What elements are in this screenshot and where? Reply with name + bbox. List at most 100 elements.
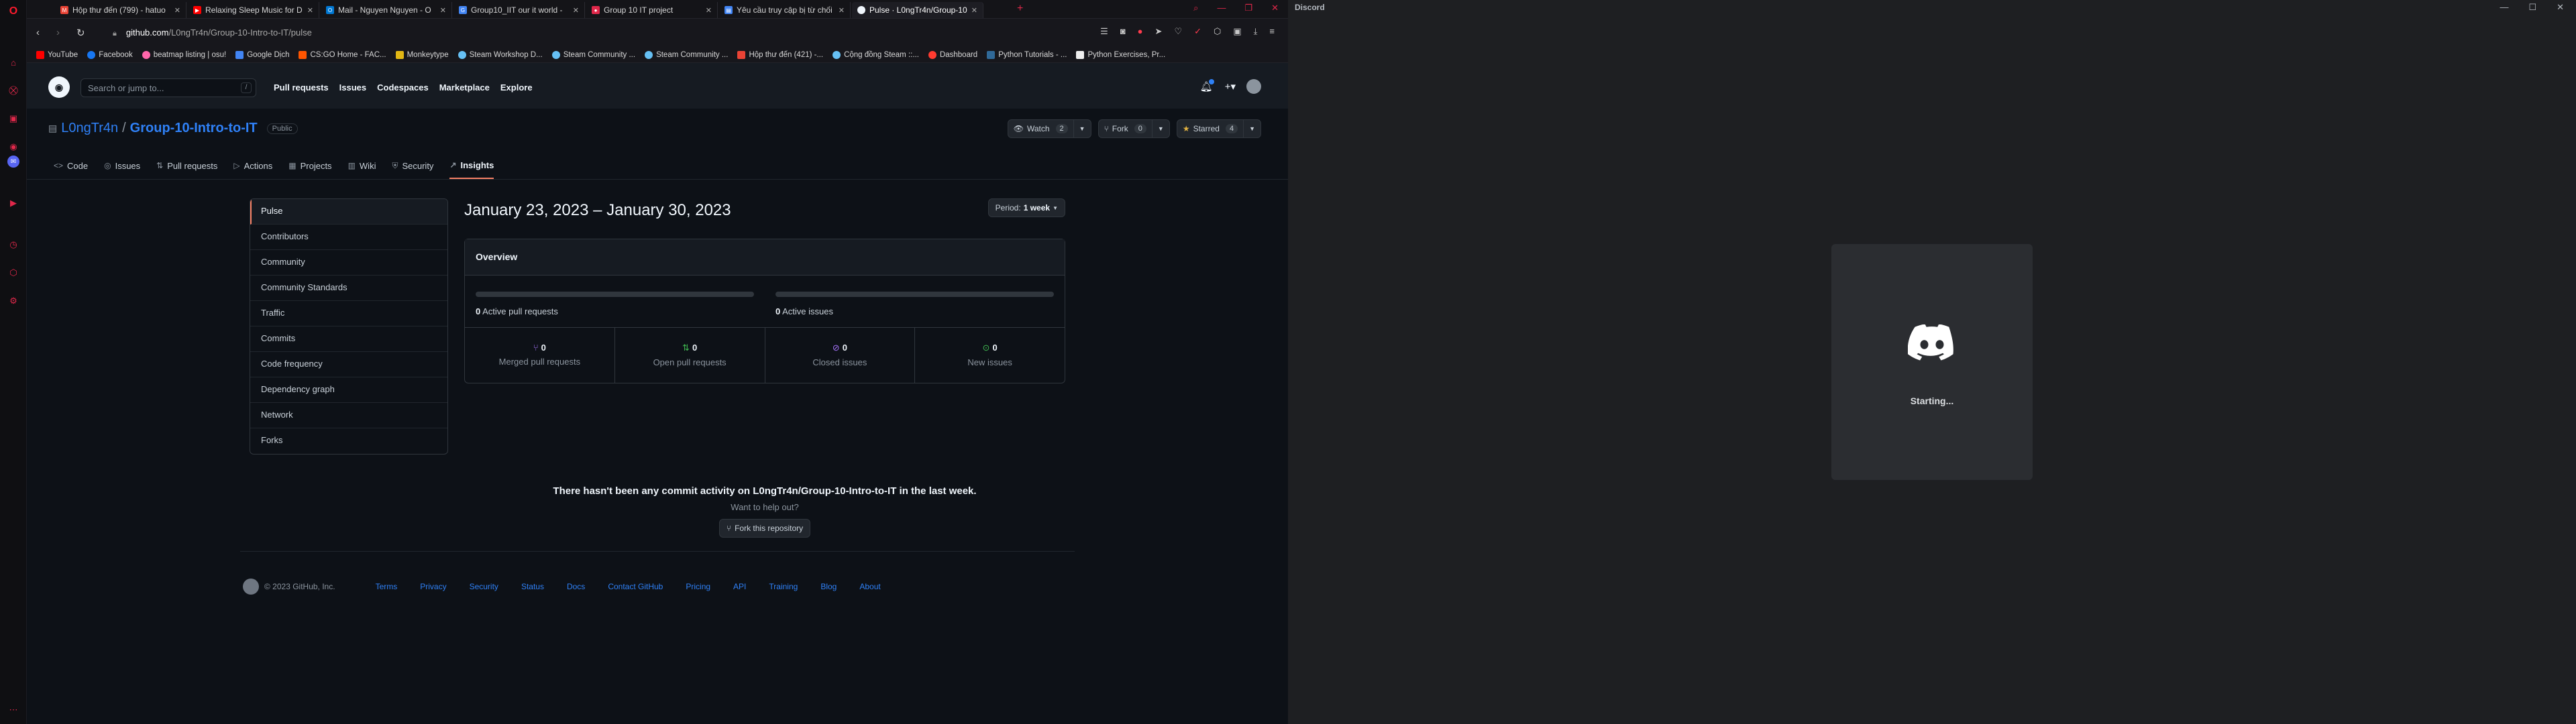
close-window-icon[interactable]: ✕: [1271, 3, 1279, 13]
minimize-icon[interactable]: —: [1217, 3, 1226, 13]
footer-link-status[interactable]: Status: [521, 582, 544, 591]
sidebar-item-traffic[interactable]: Traffic: [250, 301, 447, 326]
footer-link-contact[interactable]: Contact GitHub: [608, 582, 663, 591]
tab-projects[interactable]: ▦ Projects: [288, 152, 331, 179]
close-icon[interactable]: ✕: [440, 6, 446, 15]
browser-tab[interactable]: ▶ Relaxing Sleep Music for D ✕: [188, 2, 319, 18]
opera-logo-icon[interactable]: O: [7, 5, 19, 17]
easy-setup-icon[interactable]: ☰: [1100, 26, 1108, 37]
reload-icon[interactable]: ↻: [76, 27, 85, 39]
sidebar-item-pulse[interactable]: Pulse: [250, 199, 447, 225]
history-icon[interactable]: ◷: [7, 239, 19, 251]
snapshot-icon[interactable]: ◙: [1120, 26, 1126, 37]
avatar[interactable]: [1246, 79, 1261, 94]
bookmark-item[interactable]: YouTube: [36, 50, 78, 59]
stat-new-issues[interactable]: ⊙ 0 New issues: [915, 328, 1065, 383]
minimize-icon[interactable]: —: [2500, 2, 2508, 13]
sidebar-item-network[interactable]: Network: [250, 403, 447, 428]
player-icon[interactable]: ▶: [7, 197, 19, 209]
footer-link-training[interactable]: Training: [769, 582, 798, 591]
footer-link-blog[interactable]: Blog: [820, 582, 837, 591]
stat-open-prs[interactable]: ⇅ 0 Open pull requests: [615, 328, 765, 383]
speed-dial-icon[interactable]: ⌂: [7, 56, 19, 68]
close-icon[interactable]: ✕: [971, 6, 977, 15]
repo-name-link[interactable]: Group-10-Intro-to-IT: [130, 121, 258, 136]
close-icon[interactable]: ✕: [706, 6, 712, 15]
sidebar-item-community-standards[interactable]: Community Standards: [250, 276, 447, 301]
more-icon[interactable]: ⋯: [7, 704, 19, 716]
github-logo-icon[interactable]: ◉: [48, 76, 70, 98]
bookmark-item[interactable]: Google Dịch: [235, 50, 289, 59]
chevron-down-icon[interactable]: ▼: [1152, 125, 1169, 132]
tab-code[interactable]: <> Code: [54, 152, 88, 179]
shopping-icon[interactable]: ⛒: [7, 84, 19, 97]
sidebar-item-contributors[interactable]: Contributors: [250, 225, 447, 250]
active-issues-text[interactable]: 0 Active issues: [775, 306, 1054, 316]
maximize-icon[interactable]: ❐: [1244, 3, 1252, 13]
chevron-down-icon[interactable]: ▼: [1244, 125, 1260, 132]
bookmark-item[interactable]: Python Exercises, Pr...: [1076, 50, 1165, 59]
sidebar-item-dependency-graph[interactable]: Dependency graph: [250, 377, 447, 403]
bookmark-item[interactable]: Hộp thư đến (421) -...: [737, 50, 823, 59]
close-icon[interactable]: ✕: [839, 6, 845, 15]
fork-button[interactable]: ⑂ Fork 0 ▼: [1097, 119, 1170, 138]
search-input[interactable]: Search or jump to... /: [80, 78, 256, 97]
browser-tab[interactable]: M Hộp thư đến (799) - hatuo ✕: [55, 2, 186, 18]
settings-icon[interactable]: ⚙: [7, 295, 19, 307]
watch-button[interactable]: 👁︎ Watch 2 ▼: [1007, 119, 1091, 138]
stat-merged-prs[interactable]: ⑂ 0 Merged pull requests: [465, 328, 615, 383]
bookmark-item[interactable]: CS:GO Home - FAC...: [299, 50, 386, 59]
tab-issues[interactable]: ◎ Issues: [104, 152, 140, 179]
record-icon[interactable]: ●: [1138, 26, 1143, 37]
adblock-icon[interactable]: ✓: [1194, 26, 1201, 37]
sidebar-item-forks[interactable]: Forks: [250, 428, 447, 454]
browser-tab[interactable]: ▤ Yêu cầu truy cập bị từ chối ✕: [719, 2, 851, 18]
close-icon[interactable]: ✕: [174, 6, 180, 15]
bookmark-item[interactable]: Python Tutorials - ...: [987, 50, 1067, 59]
bookmark-item[interactable]: Facebook: [87, 50, 133, 59]
tab-actions[interactable]: ▷ Actions: [233, 152, 272, 179]
active-prs-text[interactable]: 0 Active pull requests: [476, 306, 754, 316]
tab-wiki[interactable]: ▥ Wiki: [348, 152, 376, 179]
footer-link-api[interactable]: API: [733, 582, 746, 591]
ai-icon[interactable]: ◉: [7, 141, 19, 153]
close-icon[interactable]: ✕: [307, 6, 313, 15]
sidebar-item-commits[interactable]: Commits: [250, 326, 447, 352]
messenger-icon[interactable]: ✉: [7, 156, 19, 168]
browser-tab[interactable]: G Group10_IIT our it world - ✕: [453, 2, 585, 18]
tab-pull-requests[interactable]: ⇅ Pull requests: [156, 152, 217, 179]
footer-link-terms[interactable]: Terms: [376, 582, 398, 591]
footer-link-pricing[interactable]: Pricing: [686, 582, 710, 591]
nav-pull-requests[interactable]: Pull requests: [274, 82, 329, 93]
close-icon[interactable]: ✕: [2557, 2, 2564, 13]
plus-icon[interactable]: +▾: [1225, 80, 1236, 93]
browser-tab[interactable]: O Mail - Nguyen Nguyen - O ✕: [321, 2, 452, 18]
maximize-icon[interactable]: ☐: [2528, 2, 2536, 13]
fork-repository-button[interactable]: ⑂ Fork this repository: [718, 519, 811, 538]
menu-icon[interactable]: ≡: [1269, 26, 1275, 37]
tab-insights[interactable]: ↗ Insights: [449, 152, 494, 179]
forward-icon[interactable]: ›: [56, 27, 60, 38]
bookmark-item[interactable]: beatmap listing | osu!: [142, 50, 226, 59]
extensions-icon[interactable]: ⬡: [7, 267, 19, 279]
footer-link-docs[interactable]: Docs: [567, 582, 585, 591]
url-field[interactable]: 🔒︎ github.com/L0ngTr4n/Group-10-Intro-to-…: [113, 27, 312, 38]
extension-icon[interactable]: ⬡: [1214, 26, 1221, 37]
footer-link-about[interactable]: About: [859, 582, 880, 591]
github-logo-icon[interactable]: [243, 579, 259, 595]
browser-tab-active[interactable]: Pulse · L0ngTr4n/Group-10- ✕: [852, 2, 983, 18]
nav-codespaces[interactable]: Codespaces: [377, 82, 429, 93]
search-tabs-icon[interactable]: ⌕: [1193, 3, 1198, 13]
footer-link-security[interactable]: Security: [470, 582, 498, 591]
footer-link-privacy[interactable]: Privacy: [420, 582, 446, 591]
repo-owner-link[interactable]: L0ngTr4n: [61, 121, 118, 136]
tab-security[interactable]: ⛨ Security: [392, 152, 433, 179]
bookmark-item[interactable]: Monkeytype: [395, 50, 449, 59]
browser-tab[interactable]: ● Group 10 IT project ✕: [586, 2, 718, 18]
sidebar-item-community[interactable]: Community: [250, 250, 447, 276]
period-select[interactable]: Period: 1 week ▼: [987, 198, 1065, 217]
bookmark-item[interactable]: Steam Community ...: [551, 50, 635, 59]
twitch-icon[interactable]: ▣: [7, 113, 19, 125]
sidebar-item-code-frequency[interactable]: Code frequency: [250, 352, 447, 377]
star-button[interactable]: ★ Starred 4 ▼: [1176, 119, 1261, 138]
